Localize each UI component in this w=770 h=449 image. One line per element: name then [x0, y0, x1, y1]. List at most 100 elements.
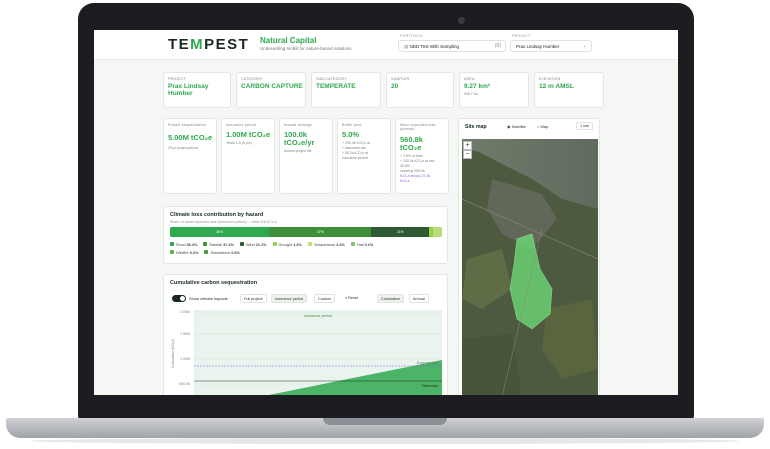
reset-button[interactable]: ⌕ Reset: [342, 294, 362, 303]
metric-value: 1.00M tCO₂e: [226, 130, 271, 139]
metric-card-buffer-pool: Buffer pool 5.0% + 250.0k tCO₂e at + abs…: [337, 118, 391, 194]
hazard-bar-segment: 37%: [269, 227, 372, 237]
metric-sub: insurance period: [342, 156, 368, 160]
metric-sub: + 50.0k tCO₂e at: [342, 151, 368, 155]
legend-swatch: [307, 242, 312, 246]
summary-value: 20: [391, 83, 399, 90]
app-screen: TEMPEST Natural Capital Underwriting too…: [94, 30, 678, 395]
project-label: PROJECT: [512, 34, 531, 38]
chevron-down-icon: ⌄: [582, 43, 587, 49]
zoom-out-button[interactable]: −: [463, 150, 472, 159]
sequestration-chart: Insurance period 2.00M 1.50M 1.00M 500.0…: [171, 310, 442, 395]
line-label: Expected loss: [417, 361, 438, 365]
hazard-legend: Flood 36.3% Rainfall 37.4% Wind 21.1% Dr…: [170, 242, 442, 247]
metric-label: Mean expected loss (annual): [400, 123, 436, 131]
summary-value: Prax Lindsay Humber: [168, 83, 209, 97]
hazard-bar-segment: 21%: [371, 227, 430, 237]
hazard-stacked-bar: 36% 37% 21%: [170, 227, 442, 237]
summary-value: 9.27 km²: [464, 83, 491, 90]
metric-value: 5.00M tCO₂e: [168, 133, 213, 142]
summary-label: Samples: [391, 77, 410, 81]
map-option[interactable]: ○ Map: [537, 124, 548, 129]
cumulative-button[interactable]: Cumulative: [377, 294, 404, 303]
laptop-frame: TEMPEST Natural Capital Underwriting too…: [0, 0, 770, 449]
annual-button[interactable]: Annual: [409, 294, 429, 303]
site-count-button[interactable]: 1 site: [576, 122, 594, 130]
legend-swatch: [170, 250, 174, 254]
line-label: Total mean: [421, 384, 438, 388]
hazard-title: Climate loss contribution by hazard: [170, 212, 264, 218]
y-tick-label: 2.00M: [180, 310, 190, 314]
y-tick-label: 1.00M: [180, 357, 190, 361]
legend-swatch: [170, 242, 174, 246]
metric-card-insurance-period: Insurance period 1.00M tCO₂e Years 1-5 (…: [221, 118, 275, 194]
metric-sub: 30.8%: [400, 164, 410, 168]
site-map-panel: Site map ◉ Satellite ○ Map 1 site + −: [458, 118, 600, 395]
summary-sub: 926.7 ha: [464, 92, 478, 96]
summary-card-area: Area 9.27 km² 926.7 ha: [459, 72, 529, 108]
legend-item: Drought 1.3%: [272, 242, 302, 247]
portfolio-count: (6): [494, 43, 501, 49]
satellite-map[interactable]: [462, 139, 598, 395]
hazard-legend-row2: Wildfire 0.2% Subsidence 0.6%: [170, 250, 442, 255]
full-project-button[interactable]: Full project: [240, 294, 267, 303]
project-select[interactable]: Prax Lindsay Humber ⌄: [510, 40, 592, 52]
toggle-label: Show climate impacts: [189, 296, 228, 301]
summary-label: Sub-category: [316, 77, 347, 81]
project-value: Prax Lindsay Humber: [516, 44, 560, 49]
app-header: TEMPEST Natural Capital Underwriting too…: [94, 30, 678, 60]
legend-swatch: [350, 242, 355, 246]
metric-label: Project sequestration: [168, 123, 206, 127]
metric-sub: tCO₂e: [400, 179, 410, 183]
tempest-logo[interactable]: TEMPEST: [168, 36, 249, 53]
band-label: Insurance period: [304, 314, 332, 318]
summary-label: Elevation: [539, 77, 561, 81]
summary-card-category: Category CARBON CAPTURE: [236, 72, 306, 108]
map-title: Site map: [465, 124, 487, 130]
legend-item: Subsidence 0.6%: [204, 250, 240, 255]
summary-card-elevation: Elevation 12 m AMSL: [534, 72, 604, 108]
legend-item: Wind 21.1%: [239, 242, 266, 247]
zoom-in-button[interactable]: +: [463, 141, 472, 150]
metric-sub: 25-yr project period: [168, 146, 199, 150]
legend-item: Flood 36.3%: [170, 242, 197, 247]
metric-sub: tCO₂e at loss 27.0k: [400, 174, 431, 178]
legend-swatch: [272, 242, 277, 246]
metric-sub: Years 1-5 (5 yrs): [226, 141, 252, 145]
legend-item: Rainfall 37.4%: [203, 242, 234, 247]
summary-value: CARBON CAPTURE: [241, 83, 303, 90]
legend-item: Hail 0.1%: [350, 242, 373, 247]
summary-card-subcategory: Sub-category TEMPERATE: [311, 72, 381, 108]
climate-impacts-toggle[interactable]: [172, 295, 186, 302]
metric-label: Buffer pool: [342, 123, 362, 127]
satellite-option[interactable]: ◉ Satellite: [507, 124, 526, 129]
summary-label: Project: [168, 77, 187, 81]
camera-icon: [458, 17, 465, 24]
insurance-period-button[interactable]: Insurance period: [271, 294, 308, 303]
summary-label: Area: [464, 77, 475, 81]
metric-sub: + 100.0k tCO₂e at risk: [400, 159, 435, 163]
metric-label: Insurance period: [226, 123, 256, 127]
metric-sub: + 2.8% of total: [400, 154, 423, 158]
sequestration-title: Cumulative carbon sequestration: [170, 280, 258, 286]
cumulative-sequestration-panel: Cumulative carbon sequestration Show cli…: [163, 274, 448, 395]
summary-value: 12 m AMSL: [539, 83, 574, 90]
metric-card-annual-average: Annual average 100.0k tCO₂e/yr Across pr…: [279, 118, 333, 194]
legend-swatch: [239, 242, 244, 246]
metric-sub: + absorbed risk: [342, 146, 367, 150]
laptop-notch: [323, 418, 447, 425]
legend-item: Wildfire 0.2%: [170, 250, 198, 255]
metric-sub: covering 259.9k: [400, 169, 425, 173]
y-tick-label: 1.50M: [180, 332, 190, 336]
summary-label: Category: [241, 77, 263, 81]
metric-card-mean-expected-loss: Mean expected loss (annual) 560.8k tCO₂e…: [395, 118, 449, 194]
brand-tagline: Underwriting toolkit for nature-based so…: [260, 46, 352, 51]
portfolio-label: PORTFOLIO: [400, 34, 423, 38]
metric-label: Annual average: [284, 123, 312, 127]
portfolio-select[interactable]: ▤ NDD Test With Sampling (6): [398, 40, 506, 52]
legend-swatch: [203, 242, 208, 246]
map-fields: [462, 334, 522, 395]
custom-button[interactable]: Custom: [314, 294, 336, 303]
laptop-shadow: [30, 438, 740, 444]
hazard-bar-segment: [432, 227, 442, 237]
